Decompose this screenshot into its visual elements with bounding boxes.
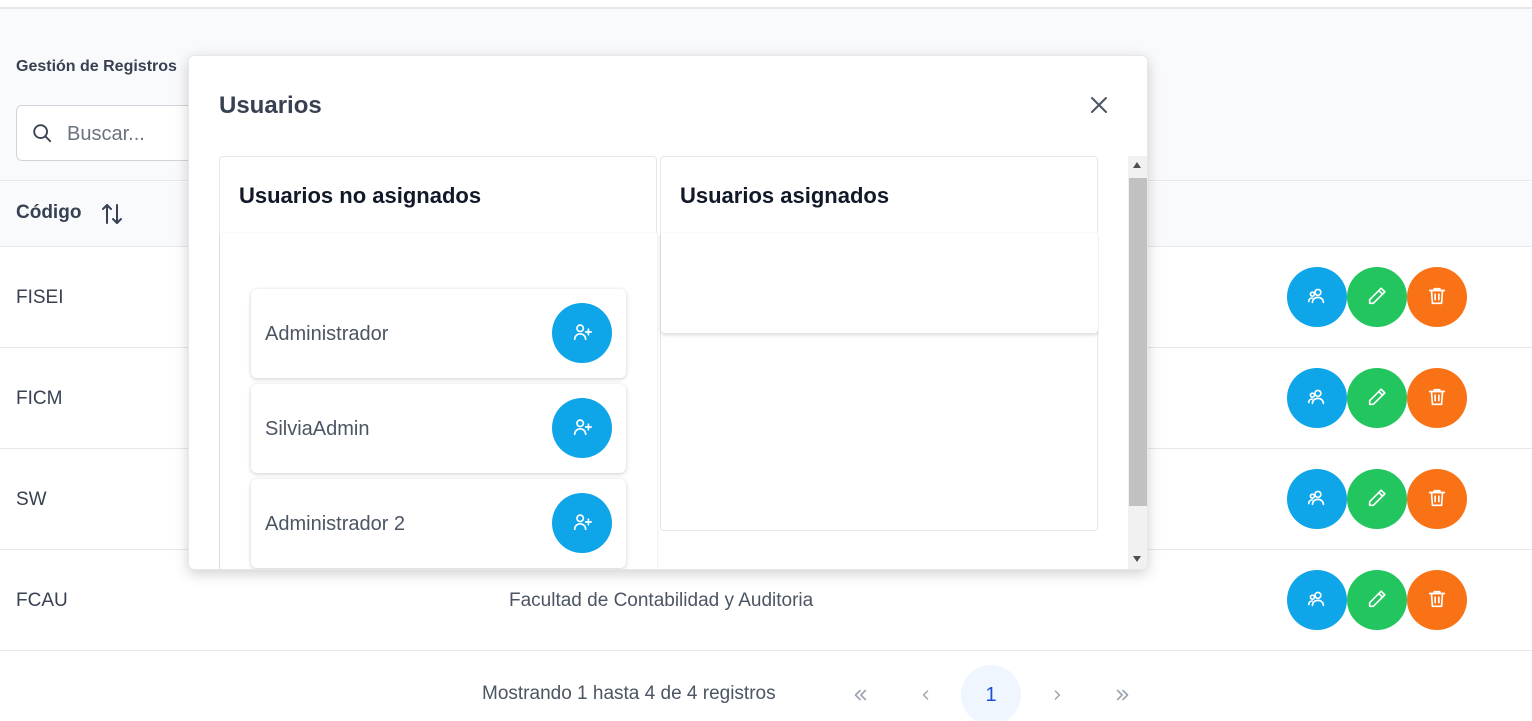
column-header-code[interactable]: Código: [16, 202, 81, 224]
page-button-current[interactable]: 1: [961, 665, 1021, 721]
pencil-icon: [1366, 588, 1388, 613]
pencil-icon: [1366, 487, 1388, 512]
trash-icon: [1426, 285, 1448, 310]
trash-icon: [1426, 386, 1448, 411]
users-icon: [1306, 588, 1328, 613]
user-card: Administrador 2: [251, 479, 626, 568]
chevron-left-icon: [922, 690, 929, 700]
pagination: Mostrando 1 hasta 4 de 4 registros 1: [0, 651, 1532, 721]
row-code: SW: [16, 489, 47, 510]
row-code: FCAU: [16, 590, 68, 611]
trash-icon: [1426, 487, 1448, 512]
user-plus-icon: [571, 511, 593, 536]
users-icon: [1306, 487, 1328, 512]
prev-page-button[interactable]: [896, 665, 956, 721]
users-icon: [1306, 386, 1328, 411]
unassigned-users-panel: Usuarios no asignados Administrador Silvi…: [219, 156, 657, 569]
users-icon: [1306, 285, 1328, 310]
assigned-users-panel: Usuarios asignados: [660, 156, 1098, 531]
close-icon: [1091, 96, 1107, 113]
row-code: FICM: [16, 388, 63, 409]
edit-button[interactable]: [1347, 267, 1407, 327]
top-border: [0, 0, 1532, 9]
pencil-icon: [1366, 285, 1388, 310]
user-name: SilviaAdmin: [265, 418, 370, 440]
assign-user-button[interactable]: [552, 398, 612, 458]
assigned-users-list: [661, 233, 1098, 333]
user-plus-icon: [571, 321, 593, 346]
user-card: Administrador: [251, 289, 626, 378]
manage-users-button[interactable]: [1287, 267, 1347, 327]
delete-button[interactable]: [1407, 570, 1467, 630]
user-card: SilviaAdmin: [251, 384, 626, 473]
unassigned-users-list: Administrador SilviaAdmin Administrador 2: [220, 233, 657, 569]
user-plus-icon: [571, 416, 593, 441]
edit-button[interactable]: [1347, 368, 1407, 428]
edit-button[interactable]: [1347, 469, 1407, 529]
delete-button[interactable]: [1407, 469, 1467, 529]
sort-icon[interactable]: [100, 201, 124, 227]
close-button[interactable]: [1085, 92, 1113, 120]
assign-user-button[interactable]: [552, 303, 612, 363]
assign-user-button[interactable]: [552, 493, 612, 553]
scroll-up-arrow[interactable]: [1133, 162, 1141, 168]
next-page-button[interactable]: [1027, 665, 1087, 721]
user-name: Administrador 2: [265, 513, 406, 535]
edit-button[interactable]: [1347, 570, 1407, 630]
delete-button[interactable]: [1407, 368, 1467, 428]
pagination-info: Mostrando 1 hasta 4 de 4 registros: [482, 683, 776, 704]
search-icon: [31, 122, 53, 144]
modal-body: Usuarios no asignados Administrador Silvi…: [219, 156, 1099, 569]
last-page-button[interactable]: [1093, 665, 1153, 721]
first-page-button[interactable]: [830, 665, 890, 721]
pencil-icon: [1366, 386, 1388, 411]
users-modal: Usuarios Usuarios no asignados Administr…: [188, 55, 1148, 570]
scrollbar-thumb[interactable]: [1129, 178, 1147, 506]
row-name: Facultad de Contabilidad y Auditoria: [509, 590, 814, 611]
manage-users-button[interactable]: [1287, 368, 1347, 428]
delete-button[interactable]: [1407, 267, 1467, 327]
trash-icon: [1426, 588, 1448, 613]
chevron-right-icon: [1054, 690, 1061, 700]
user-name: Administrador: [265, 323, 389, 345]
row-code: FISEI: [16, 287, 64, 308]
modal-title: Usuarios: [219, 92, 322, 119]
section-title: Gestión de Registros: [16, 58, 177, 75]
double-chevron-right-icon: [1116, 689, 1129, 701]
unassigned-users-title: Usuarios no asignados: [239, 183, 482, 208]
manage-users-button[interactable]: [1287, 570, 1347, 630]
scroll-down-arrow[interactable]: [1133, 556, 1141, 562]
manage-users-button[interactable]: [1287, 469, 1347, 529]
assigned-users-title: Usuarios asignados: [680, 183, 890, 208]
modal-scrollbar[interactable]: [1128, 156, 1147, 569]
double-chevron-left-icon: [854, 689, 867, 701]
